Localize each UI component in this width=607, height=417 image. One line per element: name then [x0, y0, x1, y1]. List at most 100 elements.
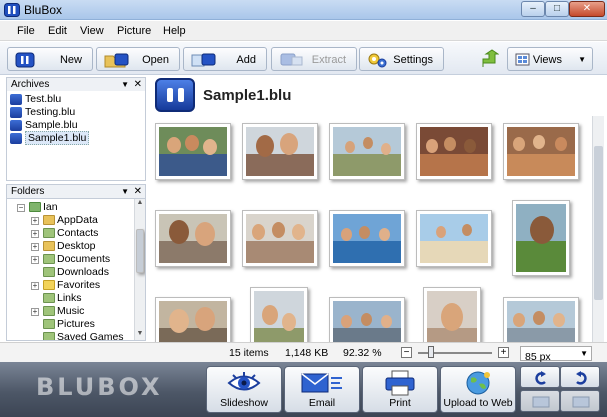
add-label: Add: [236, 54, 256, 66]
saved-games-folder-icon: [43, 332, 55, 340]
add-button[interactable]: Add: [183, 47, 267, 71]
portrait-photo-image: [516, 204, 566, 272]
archive-icon: [10, 107, 22, 118]
folder-icon: [43, 215, 55, 225]
menu-file[interactable]: File: [17, 25, 35, 37]
beach-group-photo-image: [333, 214, 401, 263]
folder-item[interactable]: Saved Games: [43, 331, 124, 341]
flip-vertical-icon: [532, 396, 550, 408]
photo-thumbnail[interactable]: [503, 123, 579, 180]
rotate-left-button[interactable]: [520, 366, 560, 388]
folders-panel-header: Folders ▼ ✕: [6, 184, 146, 199]
outdoor-photo-image: [333, 127, 401, 176]
folders-scrollbar[interactable]: ▲ ▼: [134, 199, 145, 340]
photo-thumbnail[interactable]: [155, 297, 231, 342]
menu-help[interactable]: Help: [163, 25, 186, 37]
archive-item-selected[interactable]: Sample1.blu: [10, 131, 90, 145]
photo-thumbnail[interactable]: [329, 210, 405, 267]
expand-icon[interactable]: +: [31, 217, 39, 225]
links-folder-icon: [43, 293, 55, 303]
zoom-size-select[interactable]: 85 px ▼: [520, 346, 592, 363]
menu-picture[interactable]: Picture: [117, 25, 151, 37]
scroll-up-icon[interactable]: ▲: [135, 199, 145, 209]
archive-item[interactable]: Test.blu: [10, 93, 61, 106]
photo-thumbnail[interactable]: [416, 210, 492, 267]
scroll-down-icon[interactable]: ▼: [135, 330, 145, 340]
folder-icon: [43, 241, 55, 251]
thumbnail-scrollbar[interactable]: [592, 116, 604, 342]
add-files-icon: [191, 53, 216, 67]
flip-vertical-button[interactable]: [520, 390, 560, 412]
folder-label: Desktop: [57, 240, 96, 252]
zoom-slider-handle[interactable]: [428, 346, 435, 358]
open-button[interactable]: Open: [96, 47, 180, 71]
email-button[interactable]: Email: [284, 366, 360, 413]
photo-thumbnail[interactable]: [503, 297, 579, 342]
title-bar: BluBox – □ ✕: [0, 0, 607, 20]
pin-icon[interactable]: ▼: [121, 78, 129, 91]
expand-icon[interactable]: +: [31, 308, 39, 316]
settings-button[interactable]: Settings: [359, 47, 444, 71]
archive-title: Sample1.blu: [203, 87, 292, 104]
folder-item[interactable]: Links: [43, 292, 82, 305]
maximize-button[interactable]: □: [545, 1, 569, 17]
archives-panel-header: Archives ▼ ✕: [6, 77, 146, 92]
photo-thumbnail[interactable]: [155, 210, 231, 267]
photo-thumbnail[interactable]: [242, 210, 318, 267]
zoom-in-button[interactable]: +: [498, 347, 509, 358]
collapse-icon[interactable]: −: [17, 204, 25, 212]
menu-view[interactable]: View: [80, 25, 104, 37]
crowd-photo-image: [333, 301, 401, 342]
print-button[interactable]: Print: [362, 366, 438, 413]
folder-item[interactable]: + Desktop: [31, 240, 96, 253]
expand-icon[interactable]: +: [31, 282, 39, 290]
expand-icon[interactable]: +: [31, 230, 39, 238]
print-label: Print: [389, 397, 411, 409]
close-icon[interactable]: ✕: [134, 78, 142, 91]
scroll-thumb[interactable]: [136, 229, 144, 273]
documents-folder-icon: [43, 254, 55, 264]
folder-item[interactable]: Pictures: [43, 318, 95, 331]
views-button[interactable]: Views ▼: [507, 47, 593, 71]
close-button[interactable]: ✕: [569, 1, 605, 17]
archive-item[interactable]: Testing.blu: [10, 106, 75, 119]
extract-button[interactable]: Extract: [271, 47, 357, 71]
scroll-thumb[interactable]: [594, 146, 603, 300]
photo-thumbnail[interactable]: [329, 297, 405, 342]
photo-thumbnail[interactable]: [242, 123, 318, 180]
expand-icon[interactable]: +: [31, 243, 39, 251]
folder-item[interactable]: + Music: [31, 305, 84, 318]
folder-label: Links: [57, 292, 82, 304]
folder-item[interactable]: + AppData: [31, 214, 98, 227]
folder-item[interactable]: + Documents: [31, 253, 110, 266]
photo-thumbnail[interactable]: [512, 200, 570, 276]
photo-thumbnail[interactable]: [155, 123, 231, 180]
rotate-right-button[interactable]: [560, 366, 600, 388]
pin-icon[interactable]: ▼: [121, 185, 129, 198]
zoom-out-button[interactable]: −: [401, 347, 412, 358]
close-icon[interactable]: ✕: [134, 185, 142, 198]
photo-thumbnail[interactable]: [423, 287, 481, 342]
favorites-folder-icon: [43, 280, 55, 290]
photo-thumbnail[interactable]: [250, 287, 308, 342]
slideshow-button[interactable]: Slideshow: [206, 366, 282, 413]
thumbnail-grid: [150, 116, 592, 342]
menu-edit[interactable]: Edit: [48, 25, 67, 37]
folder-item[interactable]: + Favorites: [31, 279, 100, 292]
archive-large-icon: [155, 78, 195, 112]
friends-selfie-photo-image: [159, 301, 227, 342]
minimize-button[interactable]: –: [521, 1, 545, 17]
extract-label: Extract: [311, 54, 346, 66]
folder-label: Saved Games: [57, 331, 124, 341]
folder-item[interactable]: + Contacts: [31, 227, 98, 240]
new-button[interactable]: New: [7, 47, 93, 71]
expand-icon[interactable]: +: [31, 256, 39, 264]
folder-root[interactable]: − Ian: [17, 201, 58, 214]
photo-thumbnail[interactable]: [329, 123, 405, 180]
upload-to-web-button[interactable]: Upload to Web: [440, 366, 516, 413]
up-folder-icon[interactable]: [479, 49, 499, 69]
folder-item[interactable]: Downloads: [43, 266, 109, 279]
flip-horizontal-button[interactable]: [560, 390, 600, 412]
photo-thumbnail[interactable]: [416, 123, 492, 180]
extract-icon: [280, 53, 303, 66]
